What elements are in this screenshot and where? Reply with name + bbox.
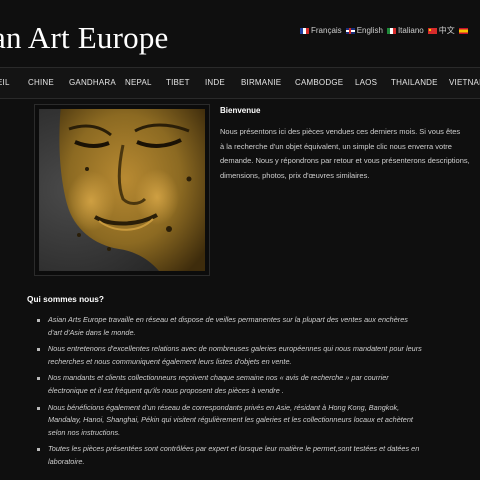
list-item: Nous bénéficions également d'un réseau d… <box>37 402 480 440</box>
list-item-line: Nous bénéficions également d'un réseau d… <box>48 402 400 412</box>
list-item-line: Asian Arts Europe travaille en réseau et… <box>48 315 408 324</box>
list-item-line: Toutes les pièces présentées sont contrô… <box>48 444 420 454</box>
lang-cn-link[interactable]: 中文 <box>427 25 455 36</box>
nav-item-birmanie[interactable]: BIRMANIE <box>241 78 281 87</box>
welcome-line: dimensions, photos, prix d'œuvres simila… <box>220 170 370 180</box>
nav-item-accueil[interactable]: EIL <box>0 78 10 87</box>
nav-item-nepal[interactable]: NEPAL <box>125 78 152 87</box>
china-flag-icon <box>427 27 437 34</box>
welcome-text: Nous présentons ici des pièces vendues c… <box>220 125 480 183</box>
about-list: Asian Arts Europe travaille en réseau et… <box>37 314 480 473</box>
welcome-title: Bienvenue <box>220 106 261 115</box>
list-item-line: électronique et il est fréquent qu'ils n… <box>48 385 284 395</box>
nav-item-inde[interactable]: INDE <box>205 78 225 87</box>
nav-item-tibet[interactable]: TIBET <box>166 78 190 87</box>
lang-fr-label: Français <box>311 26 342 35</box>
lang-en-link[interactable]: English <box>345 25 383 36</box>
welcome-line: demande. Nous y répondrons par retour et… <box>220 156 470 166</box>
list-item: Nous entretenons d'excellentes relations… <box>37 343 480 368</box>
lang-it-label: Italiano <box>397 26 424 35</box>
buddha-head-illustration <box>39 109 205 271</box>
list-item: Nos mandants et clients collectionneurs … <box>37 372 480 397</box>
list-item-line: laboratoire. <box>48 456 85 466</box>
france-flag-icon <box>300 27 309 34</box>
list-item-line: selon nos instructions. <box>48 427 121 437</box>
featured-image-frame <box>34 104 210 276</box>
list-item-line: d'art d'Asie dans le monde. <box>48 327 136 337</box>
welcome-line: Nous présentons ici des pièces vendues c… <box>220 127 461 136</box>
nav-item-chine[interactable]: CHINE <box>28 78 54 87</box>
list-item-line: recherches et nous communiquent égalemen… <box>48 356 292 366</box>
main-nav: EIL CHINE GANDHARA NEPAL TIBET INDE BIRM… <box>0 67 480 99</box>
site-title[interactable]: an Art Europe <box>0 20 169 56</box>
list-item-line: Nos mandants et clients collectionneurs … <box>48 373 389 383</box>
welcome-line: à la recherche d'un objet équivalent, un… <box>220 141 452 151</box>
lang-it-link[interactable]: Italiano <box>386 25 424 36</box>
about-title: Qui sommes nous? <box>27 294 104 304</box>
lang-en-label: English <box>356 26 383 35</box>
lang-es-link[interactable] <box>458 25 470 36</box>
nav-item-cambodge[interactable]: CAMBODGE <box>295 78 343 87</box>
nav-item-laos[interactable]: LAOS <box>355 78 377 87</box>
lang-cn-label: 中文 <box>438 26 455 35</box>
list-item: Toutes les pièces présentées sont contrô… <box>37 443 480 468</box>
buddha-head-image[interactable] <box>39 109 205 271</box>
list-item: Asian Arts Europe travaille en réseau et… <box>37 314 480 339</box>
italy-flag-icon <box>386 27 396 34</box>
uk-flag-icon <box>345 27 355 34</box>
list-item-line: Mandalay, Hanoi, Shanghai, Pékin qui vis… <box>48 415 413 425</box>
nav-item-thailande[interactable]: THAILANDE <box>391 78 438 87</box>
nav-item-vietnam[interactable]: VIETNAM <box>449 78 480 87</box>
language-selector: Français English Italiano 中文 <box>300 25 470 36</box>
list-item-line: Nous entretenons d'excellentes relations… <box>48 344 422 354</box>
lang-fr-link[interactable]: Français <box>300 25 342 36</box>
spain-flag-icon <box>458 27 468 34</box>
nav-item-gandhara[interactable]: GANDHARA <box>69 78 116 87</box>
